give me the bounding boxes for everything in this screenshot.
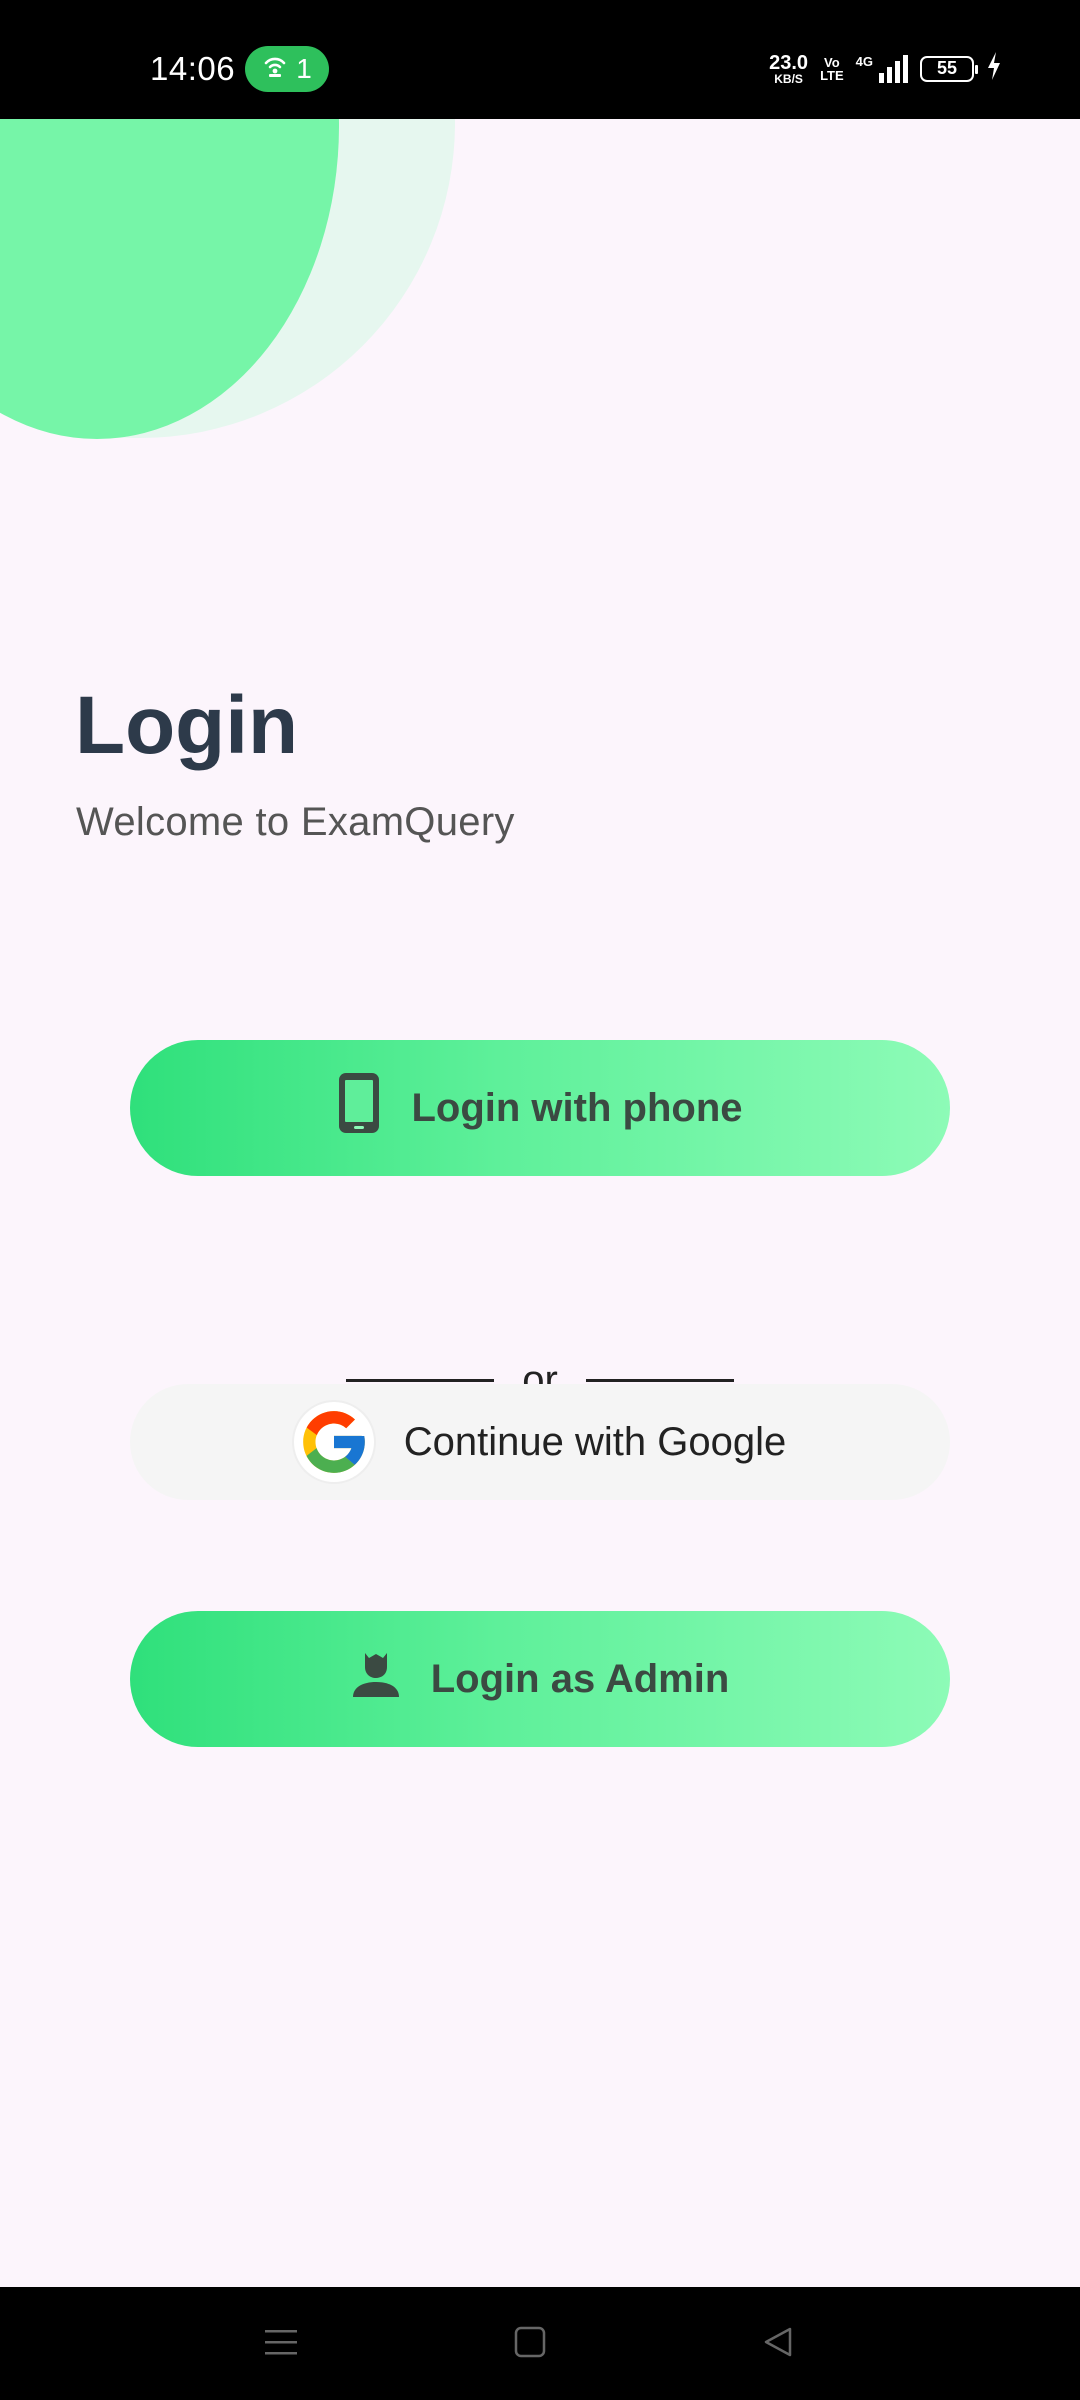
continue-with-google-button[interactable]: Continue with Google [130, 1384, 950, 1500]
volte-bottom: LTE [820, 67, 844, 83]
login-as-admin-label: Login as Admin [430, 1656, 730, 1701]
network-type: 4G [855, 54, 873, 69]
login-as-admin-button[interactable]: Login as Admin [130, 1611, 950, 1747]
login-screen: Login Welcome to ExamQuery Login with ph… [0, 119, 1080, 2287]
hotspot-indicator[interactable]: 1 [245, 46, 329, 92]
home-button[interactable] [505, 2319, 555, 2369]
hotspot-icon [262, 53, 288, 86]
google-logo-icon [293, 1402, 374, 1482]
status-icons: 23.0 KB/S Vo LTE 4G 55 [769, 52, 1002, 85]
battery-icon: 55 [920, 55, 978, 82]
back-button[interactable] [753, 2319, 803, 2369]
charging-icon [986, 52, 1002, 85]
net-speed: 23.0 KB/S [769, 53, 808, 85]
divider-line-right [585, 1379, 734, 1382]
page-title: Login [75, 680, 299, 771]
home-icon [513, 2325, 547, 2364]
admin-person-icon [351, 1649, 401, 1709]
page-subtitle: Welcome to ExamQuery [76, 800, 515, 844]
divider-line-left [346, 1379, 495, 1382]
volte-top: Vo [824, 54, 840, 70]
battery-level: 55 [936, 58, 958, 78]
net-speed-unit: KB/S [774, 71, 803, 86]
status-time: 14:06 [150, 50, 236, 87]
signal-icon [879, 54, 908, 83]
login-with-phone-button[interactable]: Login with phone [130, 1040, 950, 1176]
status-bar: 14:06 1 23.0 KB/S Vo LTE 4G 55 [0, 0, 1080, 119]
net-speed-value: 23.0 [769, 51, 809, 74]
system-navigation-bar [0, 2287, 1080, 2400]
menu-icon [263, 2326, 299, 2363]
back-icon [761, 2325, 795, 2364]
menu-button[interactable] [256, 2319, 306, 2369]
hotspot-count: 1 [296, 53, 312, 84]
login-with-phone-label: Login with phone [411, 1085, 743, 1130]
smartphone-icon [337, 1071, 381, 1145]
volte-indicator: Vo LTE [820, 56, 844, 82]
continue-with-google-label: Continue with Google [403, 1419, 787, 1464]
